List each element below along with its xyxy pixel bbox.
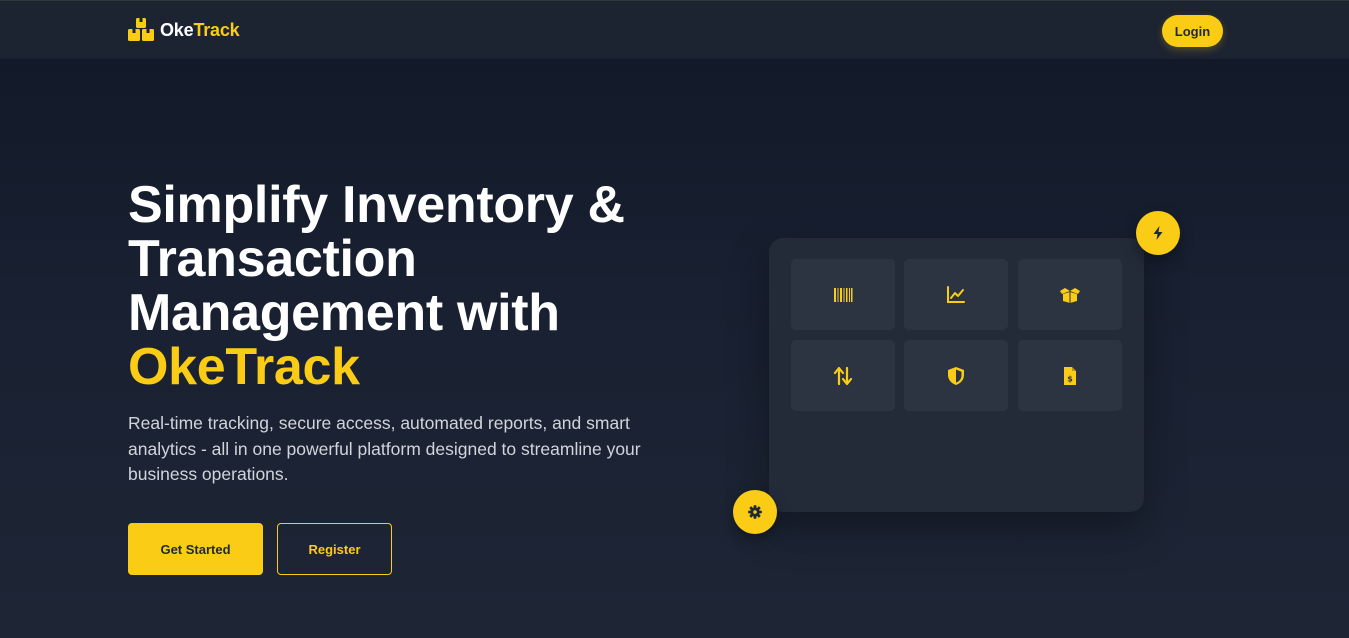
feature-tile-barcode bbox=[791, 259, 895, 330]
hero-title: Simplify Inventory & Transaction Managem… bbox=[128, 178, 728, 394]
feature-tile-transactions bbox=[791, 340, 895, 411]
hero-title-line-3: Management with bbox=[128, 284, 560, 342]
box-open-icon bbox=[1060, 287, 1080, 303]
boxes-logo-icon bbox=[128, 18, 154, 41]
arrows-up-down-icon bbox=[833, 366, 853, 385]
brand-logo-link[interactable]: OkeTrack bbox=[128, 17, 240, 43]
shield-icon bbox=[948, 366, 964, 385]
feature-card: $ bbox=[769, 238, 1144, 512]
svg-text:$: $ bbox=[1067, 374, 1073, 383]
get-started-button[interactable]: Get Started bbox=[128, 523, 263, 575]
feature-tile-security bbox=[904, 340, 1008, 411]
feature-tile-reports: $ bbox=[1018, 340, 1122, 411]
brand-name-part2: Track bbox=[193, 19, 240, 40]
barcode-icon bbox=[834, 287, 853, 302]
invoice-dollar-icon: $ bbox=[1064, 366, 1076, 385]
bolt-badge bbox=[1136, 211, 1180, 255]
gear-badge bbox=[733, 490, 777, 534]
login-button[interactable]: Login bbox=[1162, 15, 1223, 47]
chart-line-icon bbox=[947, 285, 965, 303]
hero-title-line-1: Simplify Inventory & bbox=[128, 176, 625, 234]
feature-tile-inventory bbox=[1018, 259, 1122, 330]
register-button[interactable]: Register bbox=[277, 523, 392, 575]
bolt-icon bbox=[1153, 226, 1163, 240]
feature-tile-analytics bbox=[904, 259, 1008, 330]
hero-title-accent: OkeTrack bbox=[128, 338, 360, 396]
gear-icon bbox=[748, 505, 762, 519]
navbar: OkeTrack Login bbox=[0, 0, 1349, 59]
hero-description: Real-time tracking, secure access, autom… bbox=[128, 413, 641, 484]
hero-title-line-2: Transaction bbox=[128, 230, 417, 288]
brand-name-part1: Oke bbox=[160, 19, 194, 40]
brand-name: OkeTrack bbox=[160, 19, 240, 41]
